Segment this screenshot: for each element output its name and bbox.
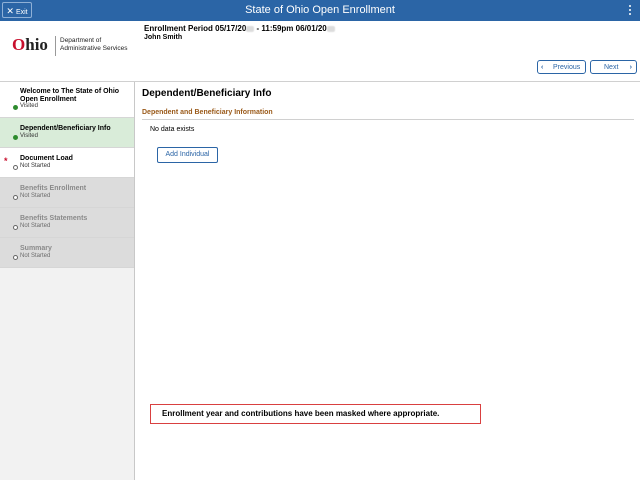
empty-state-text: No data exists — [150, 126, 195, 133]
page-header: Ohio Department of Administrative Service… — [0, 21, 640, 82]
status-dot-icon — [13, 225, 18, 230]
required-icon: * — [4, 156, 8, 166]
chevron-left-icon: ‹ — [541, 64, 544, 71]
dept-line-1: Department of — [60, 37, 102, 44]
app-title: State of Ohio Open Enrollment — [245, 4, 395, 16]
sidebar-item-welcome[interactable]: Welcome to The State of Ohio Open Enroll… — [0, 82, 134, 118]
status-dot-icon — [13, 135, 18, 140]
section-title: Dependent and Beneficiary Information — [142, 109, 273, 116]
status-dot-icon — [13, 255, 18, 260]
status-dot-icon — [13, 165, 18, 170]
sidebar-item-benefits-enrollment: Benefits Enrollment Not Started — [0, 178, 134, 208]
masked-year — [246, 25, 255, 32]
sidebar-item-benefits-statements: Benefits Statements Not Started — [0, 208, 134, 238]
section-divider — [142, 119, 634, 120]
masking-notice: Enrollment year and contributions have b… — [150, 404, 481, 424]
sidebar-item-dependent-info[interactable]: Dependent/Beneficiary Info Visited — [0, 118, 134, 148]
sidebar-item-summary: Summary Not Started — [0, 238, 134, 268]
enrollment-period: Enrollment Period 05/17/20 - 11:59pm 06/… — [144, 24, 335, 33]
status-dot-icon — [13, 105, 18, 110]
chevron-right-icon: › — [629, 64, 632, 71]
status-dot-icon — [13, 195, 18, 200]
next-button[interactable]: Next › — [590, 60, 637, 74]
add-individual-button[interactable]: Add Individual — [157, 147, 218, 163]
user-name: John Smith — [144, 34, 183, 41]
sidebar: Welcome to The State of Ohio Open Enroll… — [0, 82, 135, 480]
sidebar-item-document-load[interactable]: * Document Load Not Started — [0, 148, 134, 178]
page-title: Dependent/Beneficiary Info — [142, 88, 272, 99]
dept-line-2: Administrative Services — [60, 45, 128, 52]
more-options-icon[interactable] — [629, 5, 632, 17]
masked-year — [326, 25, 335, 32]
title-bar: ✕ Exit State of Ohio Open Enrollment — [0, 0, 640, 21]
previous-button[interactable]: ‹ Previous — [537, 60, 586, 74]
